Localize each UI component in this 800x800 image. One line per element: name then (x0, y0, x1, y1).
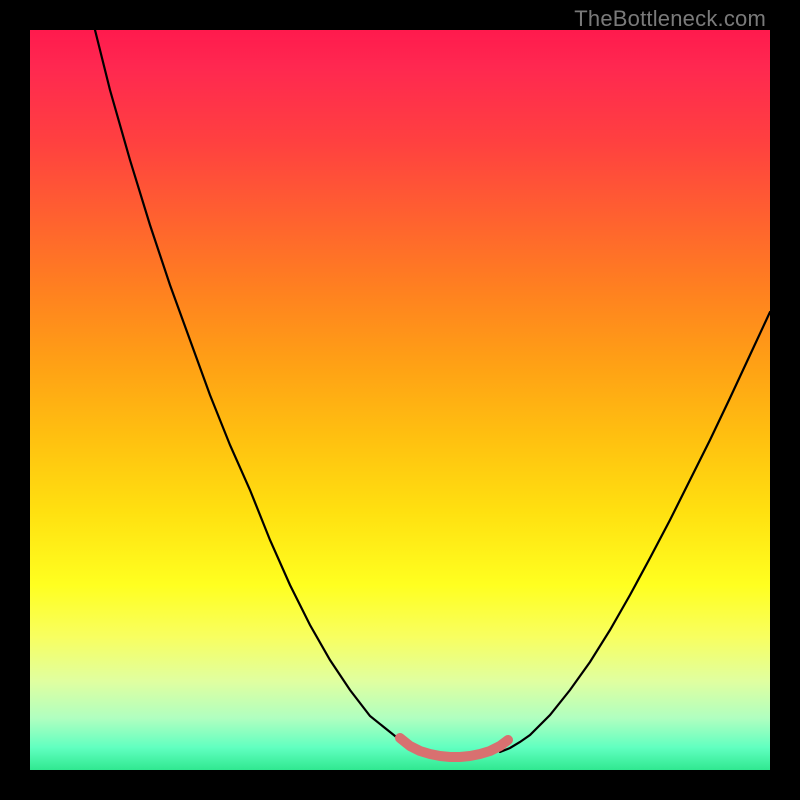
right-curve (500, 312, 770, 752)
left-curve (95, 30, 430, 752)
watermark-text: TheBottleneck.com (574, 6, 766, 32)
chart-container: TheBottleneck.com (0, 0, 800, 800)
curve-layer (30, 30, 770, 770)
plot-area (30, 30, 770, 770)
bottom-segment (400, 738, 508, 757)
